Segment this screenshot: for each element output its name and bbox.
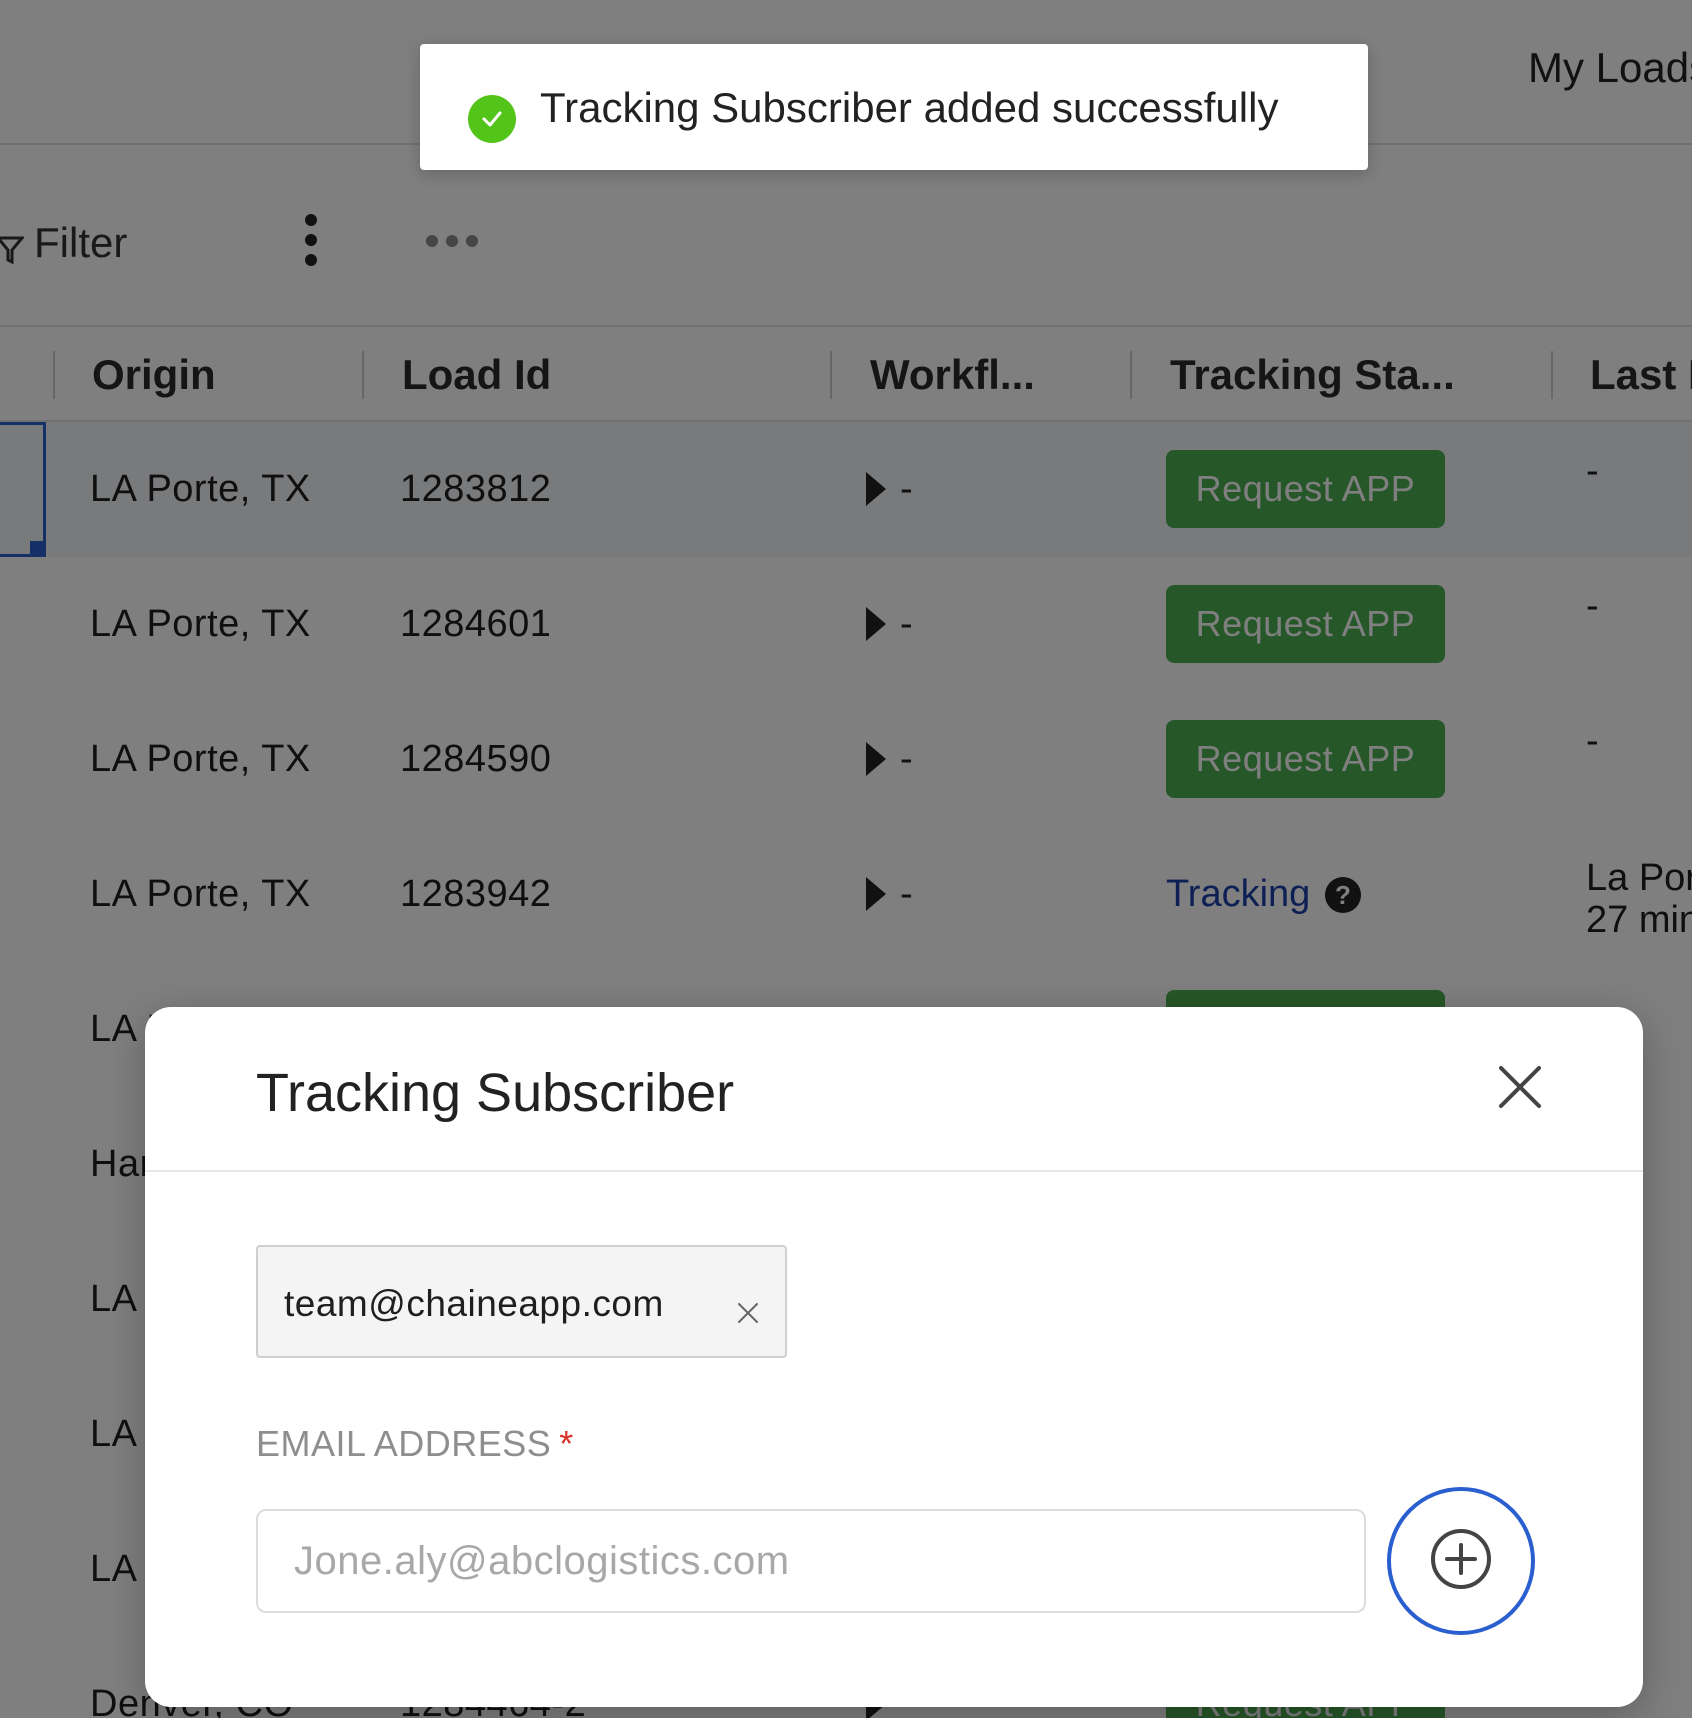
- email-address-label: EMAIL ADDRESS *: [256, 1423, 574, 1465]
- add-subscriber-button[interactable]: [1387, 1487, 1535, 1635]
- success-toast: Tracking Subscriber added successfully: [420, 44, 1368, 170]
- remove-subscriber-icon[interactable]: [736, 1301, 760, 1325]
- success-check-icon: [468, 95, 516, 143]
- subscriber-chip: team@chaineapp.com: [256, 1245, 787, 1358]
- email-address-input[interactable]: [256, 1509, 1366, 1613]
- subscriber-email: team@chaineapp.com: [284, 1283, 664, 1324]
- tracking-subscriber-modal: Tracking Subscriber team@chaineapp.com E…: [145, 1007, 1643, 1707]
- required-asterisk: *: [559, 1423, 574, 1464]
- modal-title: Tracking Subscriber: [256, 1063, 735, 1123]
- toast-message: Tracking Subscriber added successfully: [540, 84, 1279, 131]
- modal-header: Tracking Subscriber: [145, 1007, 1643, 1172]
- plus-circle-icon: [1429, 1527, 1493, 1596]
- email-label-text: EMAIL ADDRESS: [256, 1423, 552, 1464]
- close-icon[interactable]: [1495, 1062, 1545, 1112]
